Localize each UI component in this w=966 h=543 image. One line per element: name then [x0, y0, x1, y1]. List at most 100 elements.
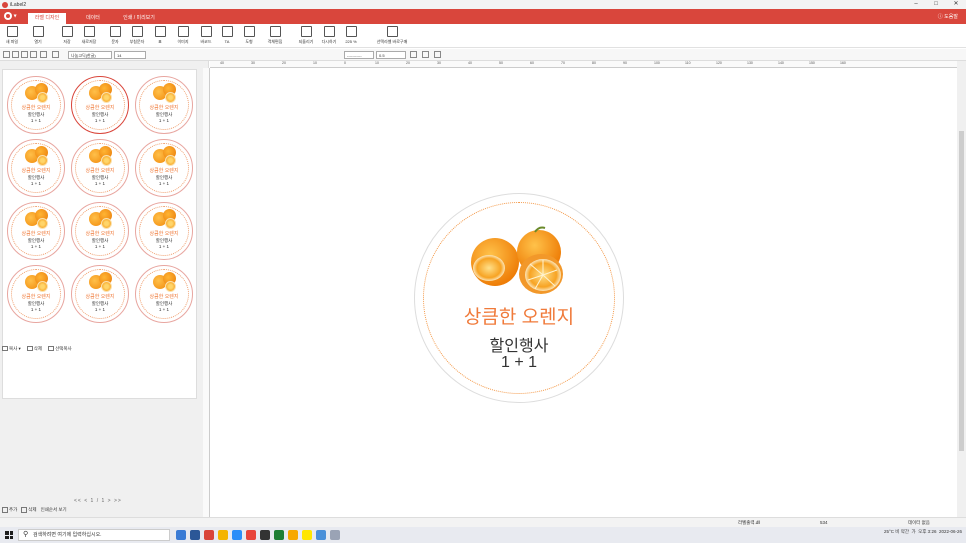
last-page-button[interactable]: >>	[114, 498, 122, 504]
chrome-icon[interactable]	[246, 530, 256, 540]
app-icon-6[interactable]	[316, 530, 326, 540]
label-thumbnail[interactable]: 상큼한 오렌지 할인행사 1 + 1	[71, 139, 129, 197]
label-thumbnail[interactable]: 상큼한 오렌지 할인행사 1 + 1	[71, 202, 129, 260]
zoom-button[interactable]: 225 %	[342, 26, 360, 46]
clock-date[interactable]: 2022-06-26	[939, 529, 962, 534]
shape-button[interactable]: 도형	[240, 26, 258, 46]
label-thumbnail[interactable]: 상큼한 오렌지 할인행사 1 + 1	[135, 265, 193, 323]
copy-icon	[2, 346, 8, 352]
thumb-title: 상큼한 오렌지	[85, 105, 115, 111]
trash-icon	[21, 507, 28, 513]
app-icon-4[interactable]	[274, 530, 284, 540]
open-button[interactable]: 열기	[29, 26, 47, 46]
format-icon-6[interactable]	[52, 51, 59, 58]
copy-selected-button[interactable]: 선택복사	[48, 346, 72, 352]
table-button[interactable]: 표	[152, 26, 168, 46]
thumb-orange-slice	[37, 218, 48, 229]
orange-image[interactable]	[415, 194, 625, 304]
label-thumbnail[interactable]: 상큼한 오렌지 할인행사 1 + 1	[135, 139, 193, 197]
format-icon-3[interactable]	[21, 51, 28, 58]
tab-print-preview[interactable]: 인쇄 / 미리보기	[116, 13, 162, 24]
line-style-select[interactable]: -----------	[344, 51, 374, 59]
label-thumbnail[interactable]: 상큼한 오렌지 할인행사 1 + 1	[71, 76, 129, 134]
first-page-button[interactable]: <<	[74, 498, 82, 504]
new-file-icon	[6, 26, 18, 37]
app-icon-5[interactable]	[288, 530, 298, 540]
add-icon	[2, 507, 8, 513]
app-icon-7[interactable]	[330, 530, 340, 540]
weather-text[interactable]: 25°C 비 약간	[884, 529, 909, 534]
format-icon-4[interactable]	[30, 51, 37, 58]
image-button[interactable]: 이미지	[174, 26, 192, 46]
copy-button[interactable]: 복사 ▾	[2, 346, 21, 352]
redo-button[interactable]: 다시하기	[318, 26, 340, 46]
taskbar-search-input[interactable]: 검색하려면 여기에 입력하십시오.	[18, 529, 170, 541]
ruler-tick: 60	[530, 61, 534, 65]
format-icon-1[interactable]	[3, 51, 10, 58]
label-list-panel: 상큼한 오렌지 할인행사 1 + 1 상큼한 오렌지 할인행사 1 + 1 상큼한 오렌지 할…	[0, 61, 209, 517]
prev-page-button[interactable]: <	[84, 498, 88, 504]
folder-icon[interactable]	[218, 530, 228, 540]
app-icon-3[interactable]	[260, 530, 270, 540]
app-icon-2[interactable]	[232, 530, 242, 540]
ruler-tick: 100	[654, 61, 660, 65]
text-button[interactable]: 문자	[106, 26, 124, 46]
label-thumbnail[interactable]: 상큼한 오렌지 할인행사 1 + 1	[135, 202, 193, 260]
maximize-button[interactable]: □	[926, 0, 946, 9]
label-thumbnail[interactable]: 상큼한 오렌지 할인행사 1 + 1	[71, 265, 129, 323]
save-button[interactable]: 저장	[58, 26, 76, 46]
text-effect-button[interactable]: 부침문자	[126, 26, 148, 46]
label-subtitle[interactable]: 할인행사	[415, 332, 623, 356]
format-icon-7[interactable]	[410, 51, 417, 58]
help-button[interactable]: ⓘ 도움말	[938, 13, 958, 22]
tab-label-design[interactable]: 라벨 디자인	[28, 13, 66, 24]
tab-data[interactable]: 데이터	[78, 13, 108, 24]
font-size-select[interactable]: 14	[114, 51, 146, 59]
save-as-button[interactable]: 새로저장	[78, 26, 100, 46]
label-title[interactable]: 상큼한 오렌지	[415, 302, 623, 329]
show-print-order-button[interactable]: 인쇄순서 보기	[41, 507, 67, 513]
task-view-icon[interactable]	[176, 530, 186, 540]
label-preview[interactable]: 상큼한 오렌지 할인행사 1 + 1	[414, 193, 624, 403]
close-button[interactable]: ✕	[946, 0, 966, 9]
label-thumbnail[interactable]: 상큼한 오렌지 할인행사 1 + 1	[7, 265, 65, 323]
label-thumbnail[interactable]: 상큼한 오렌지 할인행사 1 + 1	[7, 202, 65, 260]
format-icon-2[interactable]	[12, 51, 19, 58]
add-page-button[interactable]: 추가	[2, 507, 17, 513]
format-icon-8[interactable]	[422, 51, 429, 58]
barcode-button[interactable]: 바코드	[197, 26, 215, 46]
undo-button[interactable]: 되돌리기	[295, 26, 317, 46]
vertical-ruler	[203, 68, 210, 517]
ilabel-taskbar-icon[interactable]	[204, 530, 214, 540]
app-icon-1[interactable]	[190, 530, 200, 540]
start-button[interactable]	[5, 531, 13, 539]
font-name-select[interactable]: 나눔고딕(한글)	[68, 51, 112, 59]
vertical-scrollbar[interactable]	[957, 61, 966, 517]
label-offer[interactable]: 1 + 1	[415, 354, 623, 372]
ruler-tick: 20	[406, 61, 410, 65]
next-page-button[interactable]: >	[108, 498, 112, 504]
file-menu-button[interactable]: ▾	[4, 12, 20, 21]
page-indicator: 1 / 1	[90, 498, 106, 504]
buy-label-button[interactable]: 선택라벨 바로구매	[372, 26, 412, 46]
delete-page-button[interactable]: 삭제	[21, 507, 37, 513]
label-thumbnail[interactable]: 상큼한 오렌지 할인행사 1 + 1	[135, 76, 193, 134]
line-width-select[interactable]: 0.5	[376, 51, 406, 59]
format-icon-9[interactable]	[434, 51, 441, 58]
format-icon-5[interactable]	[40, 51, 47, 58]
label-thumbnail[interactable]: 상큼한 오렌지 할인행사 1 + 1	[7, 139, 65, 197]
add-label: 추가	[9, 507, 18, 513]
delete-label-button[interactable]: 삭제	[26, 346, 42, 352]
new-file-button[interactable]: 새 파일	[3, 26, 21, 46]
textarea-button[interactable]: TA	[219, 26, 235, 46]
object-edit-button[interactable]: 객체편집	[264, 26, 286, 46]
minimize-button[interactable]: –	[906, 0, 926, 9]
clock-time[interactable]: 오후 3:26	[918, 529, 936, 534]
ime-indicator[interactable]: 가	[912, 529, 916, 534]
thumb-orange-slice	[37, 92, 48, 103]
kakaotalk-icon[interactable]	[302, 530, 312, 540]
scrollbar-thumb[interactable]	[959, 131, 964, 451]
panel-actions: 복사 ▾ 삭제 선택복사	[2, 346, 72, 352]
label-thumbnail[interactable]: 상큼한 오렌지 할인행사 1 + 1	[7, 76, 65, 134]
title-bar: iLabel2 – □ ✕	[0, 0, 966, 9]
